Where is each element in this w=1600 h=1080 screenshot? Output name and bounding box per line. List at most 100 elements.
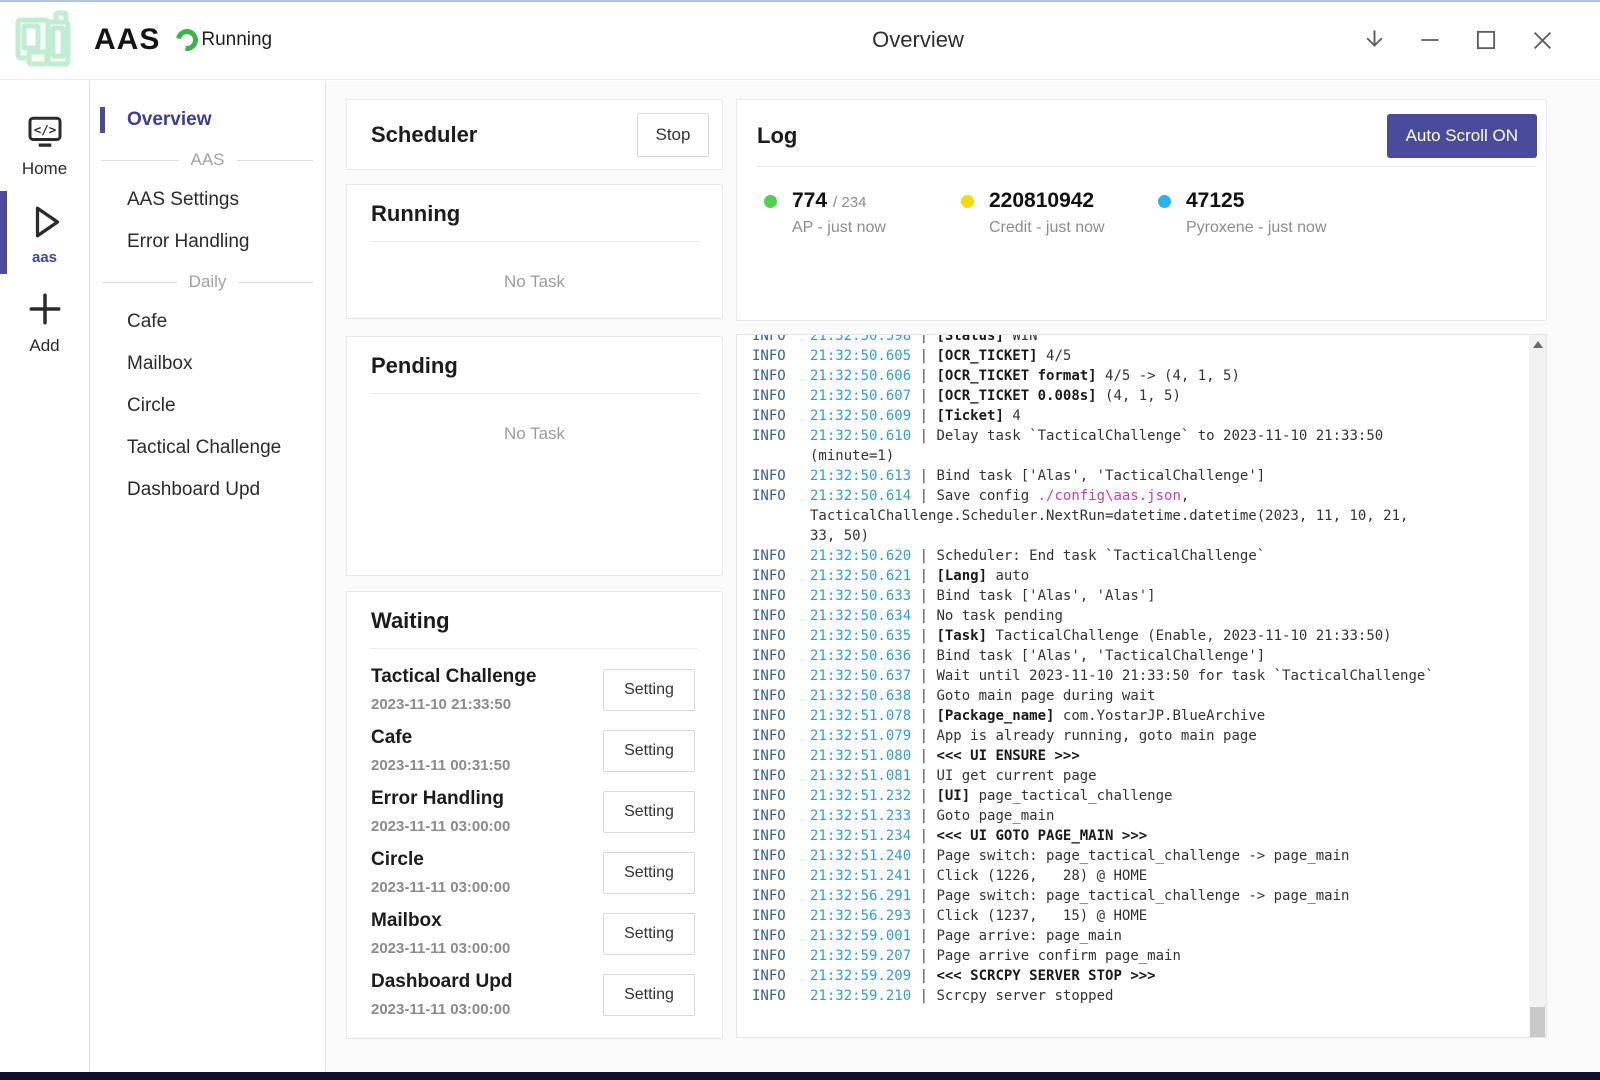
log-timestamp: 21:32:50.621 bbox=[810, 568, 911, 584]
download-update-button[interactable] bbox=[1346, 12, 1402, 68]
task-next-run: 2023-11-11 03:00:00 bbox=[371, 818, 510, 835]
log-timestamp: 21:32:51.078 bbox=[810, 708, 911, 724]
log-line-continuation: 33, 50) bbox=[752, 526, 1529, 546]
dashboard-stat: 47125 Pyroxene - just now bbox=[1158, 189, 1355, 237]
log-timestamp: 21:32:56.291 bbox=[810, 888, 911, 904]
sidebar-item-tactical-challenge[interactable]: Tactical Challenge bbox=[90, 427, 325, 469]
log-line: INFO21:32:59.209 | <<< SCRCPY SERVER STO… bbox=[752, 966, 1529, 986]
left-rail: </> Home aas Add bbox=[0, 81, 90, 1072]
rail-item-label: aas bbox=[32, 249, 57, 266]
log-level: INFO bbox=[752, 846, 810, 866]
log-console[interactable]: INFO21:32:50.598 | [Status] WININFO21:32… bbox=[736, 334, 1547, 1038]
log-message: Page arrive confirm page_main bbox=[936, 948, 1180, 964]
log-timestamp: 21:32:50.634 bbox=[810, 608, 911, 624]
log-timestamp: 21:32:51.233 bbox=[810, 808, 911, 824]
sidebar-item-error-handling[interactable]: Error Handling bbox=[90, 221, 325, 263]
log-level: INFO bbox=[752, 346, 810, 366]
maximize-button[interactable] bbox=[1458, 12, 1514, 68]
log-message: No task pending bbox=[936, 608, 1062, 624]
sidebar-item-overview[interactable]: Overview bbox=[90, 99, 325, 141]
scrollbar-up-button[interactable] bbox=[1529, 335, 1546, 353]
log-level: INFO bbox=[752, 406, 810, 426]
task-next-run: 2023-11-11 03:00:00 bbox=[371, 1001, 512, 1018]
sidebar-item-aas-settings[interactable]: AAS Settings bbox=[90, 179, 325, 221]
log-level: INFO bbox=[752, 566, 810, 586]
play-icon bbox=[24, 201, 66, 243]
divider-line bbox=[237, 160, 313, 161]
scrollbar-thumb[interactable] bbox=[1530, 1007, 1545, 1037]
log-lines: INFO21:32:50.598 | [Status] WININFO21:32… bbox=[752, 335, 1529, 1006]
log-level: INFO bbox=[752, 706, 810, 726]
log-line: INFO21:32:50.620 | Scheduler: End task `… bbox=[752, 546, 1529, 566]
log-scrollbar[interactable] bbox=[1529, 335, 1546, 1037]
log-panel: Log Auto Scroll ON 774/ 234 AP - just no… bbox=[736, 99, 1547, 321]
minimize-button[interactable] bbox=[1402, 12, 1458, 68]
sidebar-item-mailbox[interactable]: Mailbox bbox=[90, 343, 325, 385]
task-setting-button[interactable]: Setting bbox=[603, 913, 695, 955]
log-line: INFO21:32:50.621 | [Lang] auto bbox=[752, 566, 1529, 586]
task-setting-button[interactable]: Setting bbox=[603, 974, 695, 1016]
log-timestamp: 21:32:51.234 bbox=[810, 828, 911, 844]
sidebar-item-circle[interactable]: Circle bbox=[90, 385, 325, 427]
sidebar-section-label: AAS bbox=[190, 150, 224, 170]
rail-item-add[interactable]: Add bbox=[0, 276, 89, 366]
task-setting-button[interactable]: Setting bbox=[603, 730, 695, 772]
log-timestamp: 21:32:50.637 bbox=[810, 668, 911, 684]
maximize-icon bbox=[1473, 27, 1499, 53]
log-separator: | bbox=[911, 828, 936, 844]
log-separator: | bbox=[911, 648, 936, 664]
sidebar-item-cafe[interactable]: Cafe bbox=[90, 301, 325, 343]
sidebar-section-divider: Daily bbox=[90, 268, 325, 296]
log-level: INFO bbox=[752, 426, 810, 446]
pending-empty-text: No Task bbox=[361, 424, 708, 444]
log-line: INFO21:32:51.240 | Page switch: page_tac… bbox=[752, 846, 1529, 866]
log-separator: | bbox=[911, 335, 936, 344]
task-name: Circle bbox=[371, 849, 510, 871]
sidebar-item-label: Circle bbox=[127, 395, 176, 417]
sidebar-item-dashboard-upd[interactable]: Dashboard Upd bbox=[90, 469, 325, 511]
title-bar: AAS Running Overview bbox=[0, 0, 1600, 80]
log-line: INFO21:32:50.633 | Bind task ['Alas', 'A… bbox=[752, 586, 1529, 606]
task-setting-button[interactable]: Setting bbox=[603, 852, 695, 894]
log-line: INFO21:32:59.210 | Scrcpy server stopped bbox=[752, 986, 1529, 1006]
log-line: INFO21:32:51.233 | Goto page_main bbox=[752, 806, 1529, 826]
log-level: INFO bbox=[752, 966, 810, 986]
close-button[interactable] bbox=[1514, 12, 1570, 68]
waiting-task-row: Cafe 2023-11-11 00:31:50 Setting bbox=[361, 720, 708, 781]
log-timestamp: 21:32:50.633 bbox=[810, 588, 911, 604]
log-separator: | bbox=[911, 848, 936, 864]
log-message: UI get current page bbox=[936, 768, 1096, 784]
close-icon bbox=[1529, 27, 1556, 54]
log-level: INFO bbox=[752, 926, 810, 946]
log-line-continuation: TacticalChallenge.Scheduler.NextRun=date… bbox=[752, 506, 1529, 526]
stat-suffix: / 234 bbox=[833, 194, 866, 211]
waiting-task-row: Error Handling 2023-11-11 03:00:00 Setti… bbox=[361, 781, 708, 842]
log-message: <<< UI ENSURE >>> bbox=[936, 748, 1079, 764]
log-level: INFO bbox=[752, 335, 810, 346]
log-timestamp: 21:32:51.080 bbox=[810, 748, 911, 764]
scheduler-stop-button[interactable]: Stop bbox=[637, 113, 709, 157]
log-line-continuation: (minute=1) bbox=[752, 446, 1529, 466]
log-message: Scrcpy server stopped bbox=[936, 988, 1113, 1004]
log-line: INFO21:32:59.001 | Page arrive: page_mai… bbox=[752, 926, 1529, 946]
app-window: AAS Running Overview </> Home bbox=[0, 0, 1600, 1080]
task-next-run: 2023-11-10 21:33:50 bbox=[371, 696, 536, 713]
log-separator: | bbox=[911, 868, 936, 884]
log-separator: | bbox=[911, 688, 936, 704]
task-setting-button[interactable]: Setting bbox=[603, 669, 695, 711]
log-message: Page arrive: page_main bbox=[936, 928, 1121, 944]
rail-item-home[interactable]: </> Home bbox=[0, 99, 89, 189]
log-message: Bind task ['Alas', 'TacticalChallenge'] bbox=[936, 468, 1265, 484]
window-controls bbox=[1346, 0, 1570, 80]
log-separator: | bbox=[911, 948, 936, 964]
sidebar-item-label: Overview bbox=[127, 109, 212, 131]
auto-scroll-toggle-button[interactable]: Auto Scroll ON bbox=[1387, 114, 1537, 158]
log-message: [Task] TacticalChallenge (Enable, 2023-1… bbox=[936, 628, 1391, 644]
rail-item-aas[interactable]: aas bbox=[0, 189, 89, 276]
task-setting-button[interactable]: Setting bbox=[603, 791, 695, 833]
log-level: INFO bbox=[752, 986, 810, 1006]
log-line: INFO21:32:50.610 | Delay task `TacticalC… bbox=[752, 426, 1529, 446]
task-name: Error Handling bbox=[371, 788, 510, 810]
log-timestamp: 21:32:59.209 bbox=[810, 968, 911, 984]
log-timestamp: 21:32:50.638 bbox=[810, 688, 911, 704]
